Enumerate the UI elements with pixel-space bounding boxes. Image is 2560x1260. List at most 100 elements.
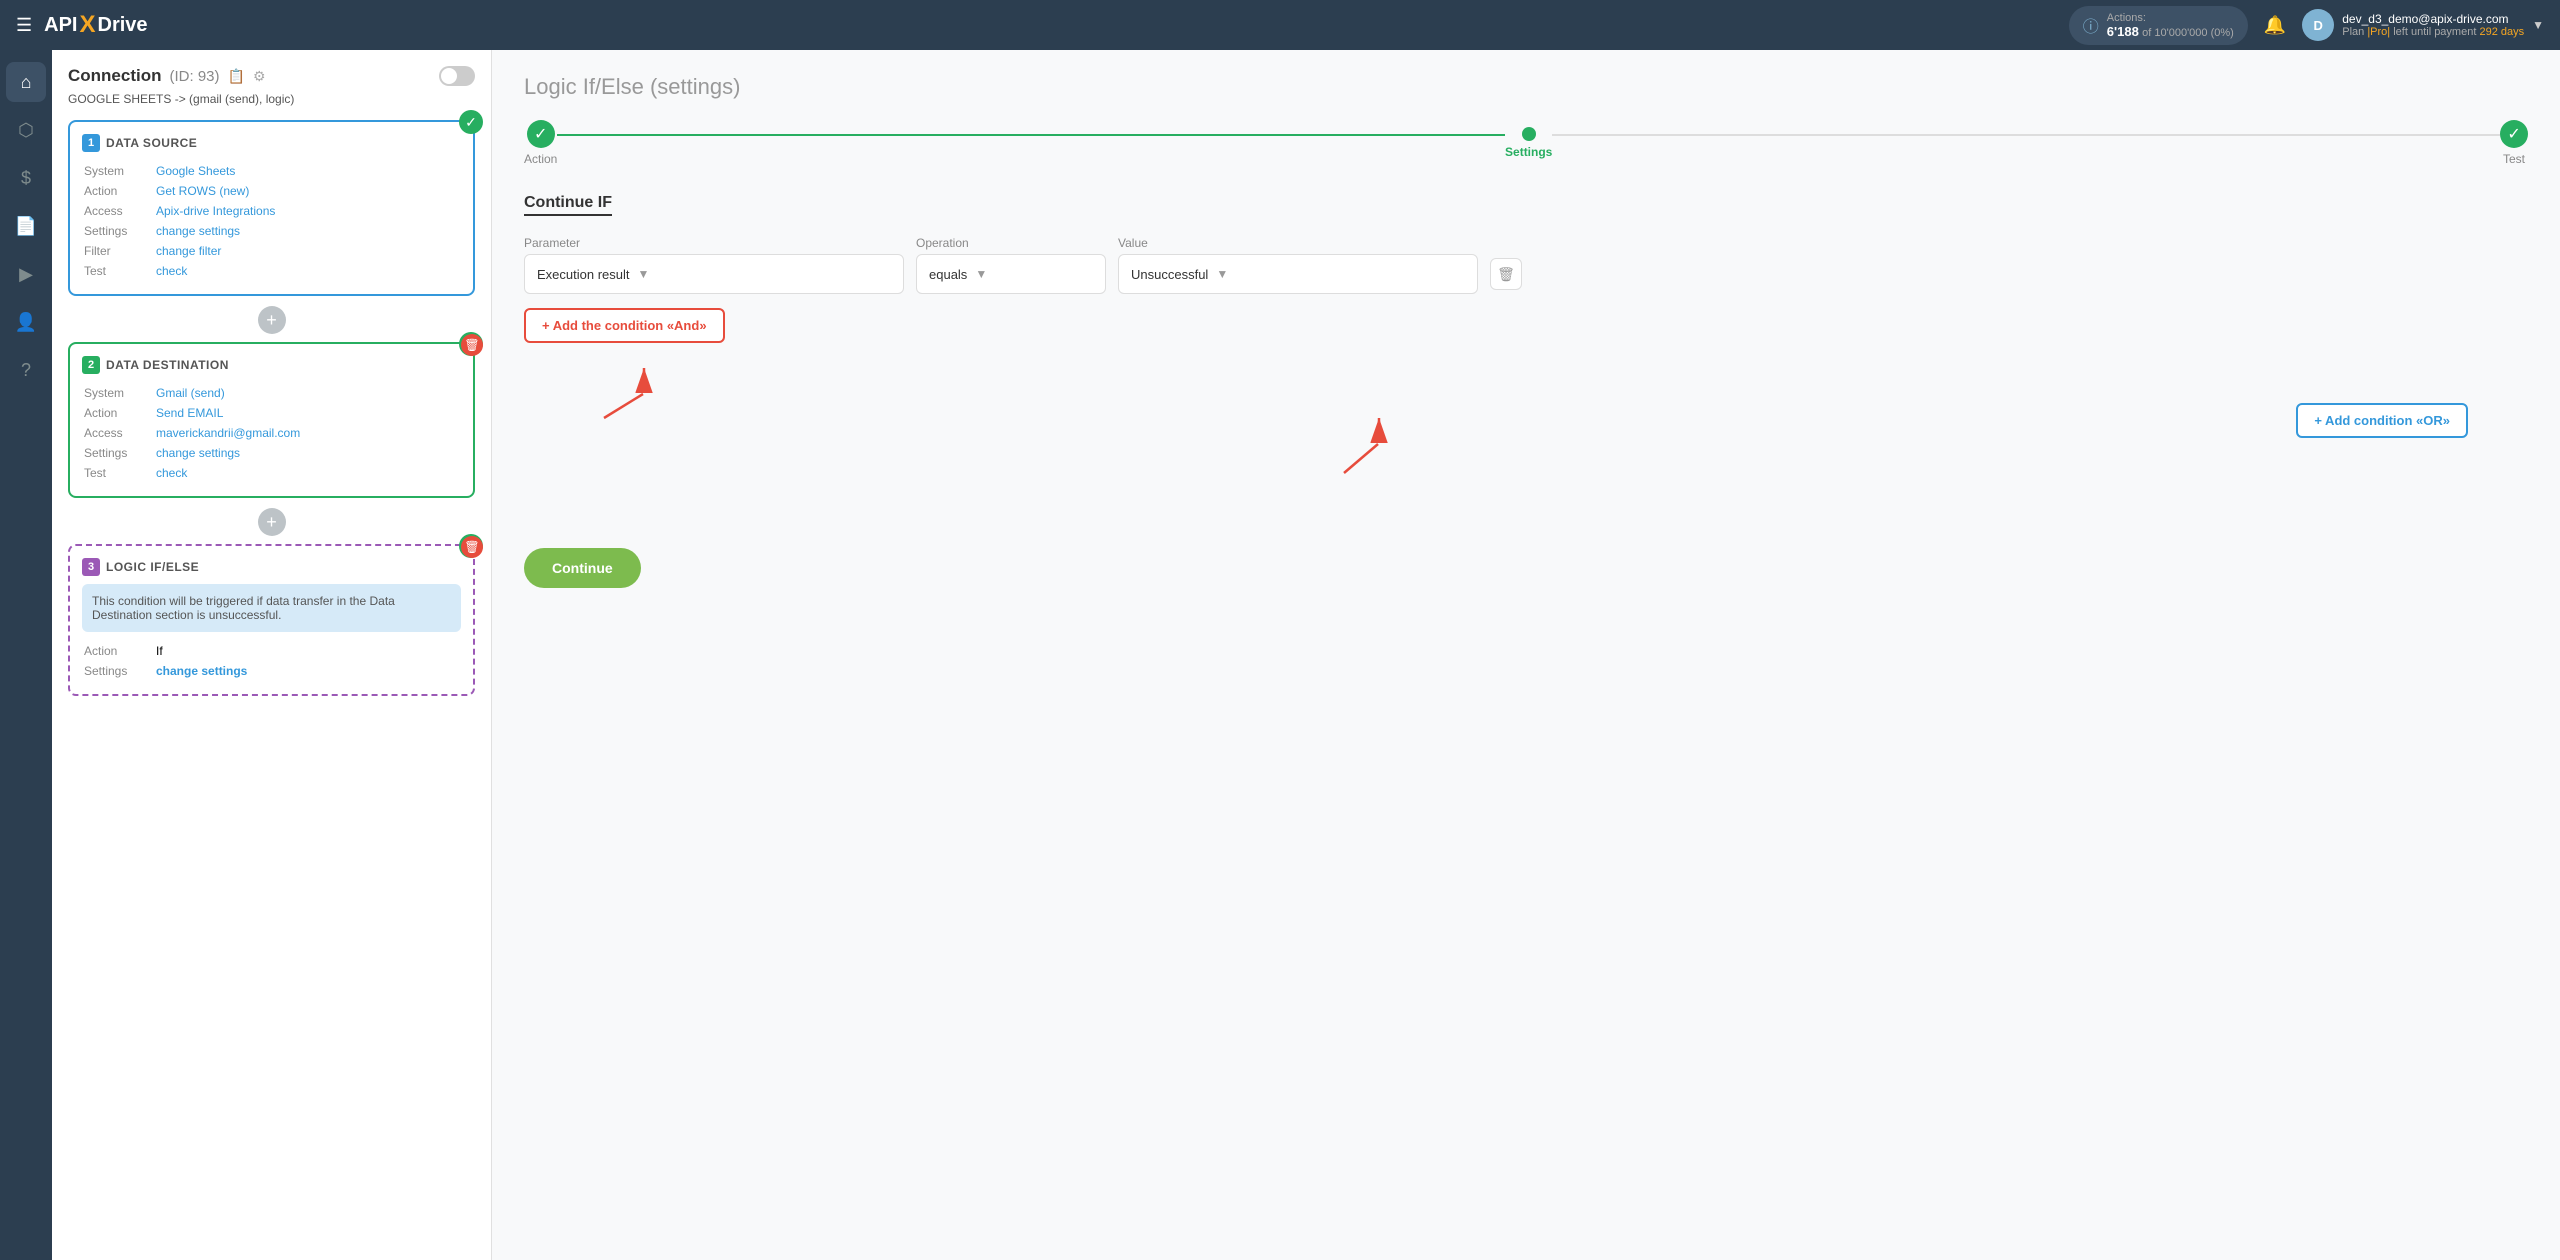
gear-icon[interactable]: ⚙: [253, 68, 266, 85]
row-key: Filter: [84, 242, 154, 260]
conditions-area: + Add the condition «And»: [524, 308, 2528, 588]
connection-toggle[interactable]: [439, 66, 475, 86]
sidebar-item-help[interactable]: ?: [6, 350, 46, 390]
section2-table: System Gmail (send) Action Send EMAIL Ac…: [82, 382, 461, 484]
sidebar-item-play[interactable]: ▶: [6, 254, 46, 294]
arrows-overlay: [524, 363, 1424, 563]
logic-description: This condition will be triggered if data…: [82, 584, 461, 632]
system-link2[interactable]: Gmail (send): [156, 386, 225, 400]
logo-drive: Drive: [98, 14, 148, 37]
section1-table: System Google Sheets Action Get ROWS (ne…: [82, 160, 461, 282]
step-test-circle: ✓: [2500, 120, 2528, 148]
row-key: Access: [84, 424, 154, 442]
step-settings: Settings: [1505, 120, 1552, 159]
row-key: Action: [84, 404, 154, 422]
connection-id: (ID: 93): [170, 68, 220, 85]
section3-label: LOGIC IF/ELSE: [106, 560, 199, 574]
hamburger-icon[interactable]: ☰: [16, 15, 32, 36]
bell-icon[interactable]: 🔔: [2264, 15, 2286, 36]
logo-api: API: [44, 14, 77, 37]
table-row: System Gmail (send): [84, 384, 459, 402]
action-link2[interactable]: Send EMAIL: [156, 406, 223, 420]
actions-stats: 6'188 of 10'000'000 (0%): [2107, 24, 2234, 39]
table-row: Settings change settings: [84, 444, 459, 462]
val-select[interactable]: Unsuccessful ▼: [1118, 254, 1478, 294]
section3-num: 3: [82, 558, 100, 576]
sidebar-item-home[interactable]: ⌂: [6, 62, 46, 102]
actions-count: 6'188: [2107, 24, 2139, 39]
access-link2[interactable]: maverickandrii@gmail.com: [156, 426, 300, 440]
left-panel: Connection (ID: 93) 📋 ⚙ GOOGLE SHEETS ->…: [52, 50, 492, 1260]
add-and-button[interactable]: + Add the condition «And»: [524, 308, 725, 343]
delete-filter-button[interactable]: 🗑: [1490, 258, 1522, 290]
logo-x: X: [79, 11, 95, 39]
val-value: Unsuccessful: [1131, 267, 1208, 282]
copy-icon[interactable]: 📋: [228, 68, 245, 85]
step-action-label: Action: [524, 152, 557, 166]
section3-delete[interactable]: 🗑: [461, 536, 483, 558]
table-row: Settings change settings: [84, 662, 459, 680]
sidebar: ⌂ ⬡ $ 📄 ▶ 👤 ?: [0, 50, 52, 1260]
val-arrow-icon: ▼: [1216, 267, 1228, 281]
settings-link2[interactable]: change settings: [156, 446, 240, 460]
connection-header: Connection (ID: 93) 📋 ⚙: [68, 66, 475, 86]
row-key: Action: [84, 182, 154, 200]
user-plan: Plan |Pro| left until payment 292 days: [2342, 26, 2524, 38]
data-source-section: ✓ 1 DATA SOURCE System Google Sheets Act…: [68, 120, 475, 296]
sidebar-item-connections[interactable]: 📄: [6, 206, 46, 246]
sidebar-item-billing[interactable]: $: [6, 158, 46, 198]
param-value: Execution result: [537, 267, 630, 282]
step-test: ✓ Test: [2500, 120, 2528, 166]
sidebar-item-network[interactable]: ⬡: [6, 110, 46, 150]
user-details: dev_d3_demo@apix-drive.com Plan |Pro| le…: [2342, 12, 2524, 38]
top-nav: ☰ API X Drive ⓘ Actions: 6'188 of 10'000…: [0, 0, 2560, 50]
access-link[interactable]: Apix-drive Integrations: [156, 204, 275, 218]
logo: API X Drive: [44, 11, 147, 39]
settings-link[interactable]: change settings: [156, 224, 240, 238]
op-group: Operation equals ▼: [916, 236, 1106, 294]
step-settings-circle: [1522, 127, 1536, 141]
sidebar-item-profile[interactable]: 👤: [6, 302, 46, 342]
op-select[interactable]: equals ▼: [916, 254, 1106, 294]
step-line-2: [1552, 134, 2500, 136]
main-layout: ⌂ ⬡ $ 📄 ▶ 👤 ? Connection (ID: 93) 📋 ⚙ GO…: [0, 50, 2560, 1260]
actions-total: of 10'000'000 (0%): [2142, 27, 2234, 39]
table-row: Settings change settings: [84, 222, 459, 240]
filter-link[interactable]: change filter: [156, 244, 221, 258]
continue-button[interactable]: Continue: [524, 548, 641, 588]
settings-link3[interactable]: change settings: [156, 664, 247, 678]
user-email: dev_d3_demo@apix-drive.com: [2342, 12, 2524, 26]
page-title-sub: (settings): [650, 74, 740, 99]
section3-table: Action If Settings change settings: [82, 640, 461, 682]
row-key: Settings: [84, 662, 154, 680]
add-and-label: + Add the condition «And»: [542, 318, 707, 333]
row-key: Test: [84, 464, 154, 482]
filter-row: Parameter Execution result ▼ Operation e…: [524, 236, 2528, 294]
section1-num: 1: [82, 134, 100, 152]
actions-info: Actions: 6'188 of 10'000'000 (0%): [2107, 12, 2234, 39]
table-row: Filter change filter: [84, 242, 459, 260]
op-arrow-icon: ▼: [975, 267, 987, 281]
section2-delete[interactable]: 🗑: [461, 334, 483, 356]
param-select[interactable]: Execution result ▼: [524, 254, 904, 294]
table-row: Action Get ROWS (new): [84, 182, 459, 200]
action-link[interactable]: Get ROWS (new): [156, 184, 249, 198]
section1-label: DATA SOURCE: [106, 136, 197, 150]
add-or-button[interactable]: + Add condition «OR»: [2296, 403, 2468, 438]
test-link2[interactable]: check: [156, 466, 187, 480]
data-destination-section: ✓ 🗑 2 DATA DESTINATION System Gmail (sen…: [68, 342, 475, 498]
page-title: Logic If/Else (settings): [524, 74, 2528, 100]
val-label: Value: [1118, 236, 1478, 250]
add-step-1[interactable]: +: [258, 306, 286, 334]
step-line-1: [557, 134, 1505, 136]
nav-left: ☰ API X Drive: [16, 11, 148, 39]
row-key: System: [84, 162, 154, 180]
action-value: If: [156, 644, 163, 658]
connection-subtitle: GOOGLE SHEETS -> (gmail (send), logic): [68, 92, 475, 106]
table-row: Action Send EMAIL: [84, 404, 459, 422]
system-link[interactable]: Google Sheets: [156, 164, 235, 178]
user-info[interactable]: D dev_d3_demo@apix-drive.com Plan |Pro| …: [2302, 9, 2544, 41]
add-step-2[interactable]: +: [258, 508, 286, 536]
test-link[interactable]: check: [156, 264, 187, 278]
val-group: Value Unsuccessful ▼: [1118, 236, 1478, 294]
